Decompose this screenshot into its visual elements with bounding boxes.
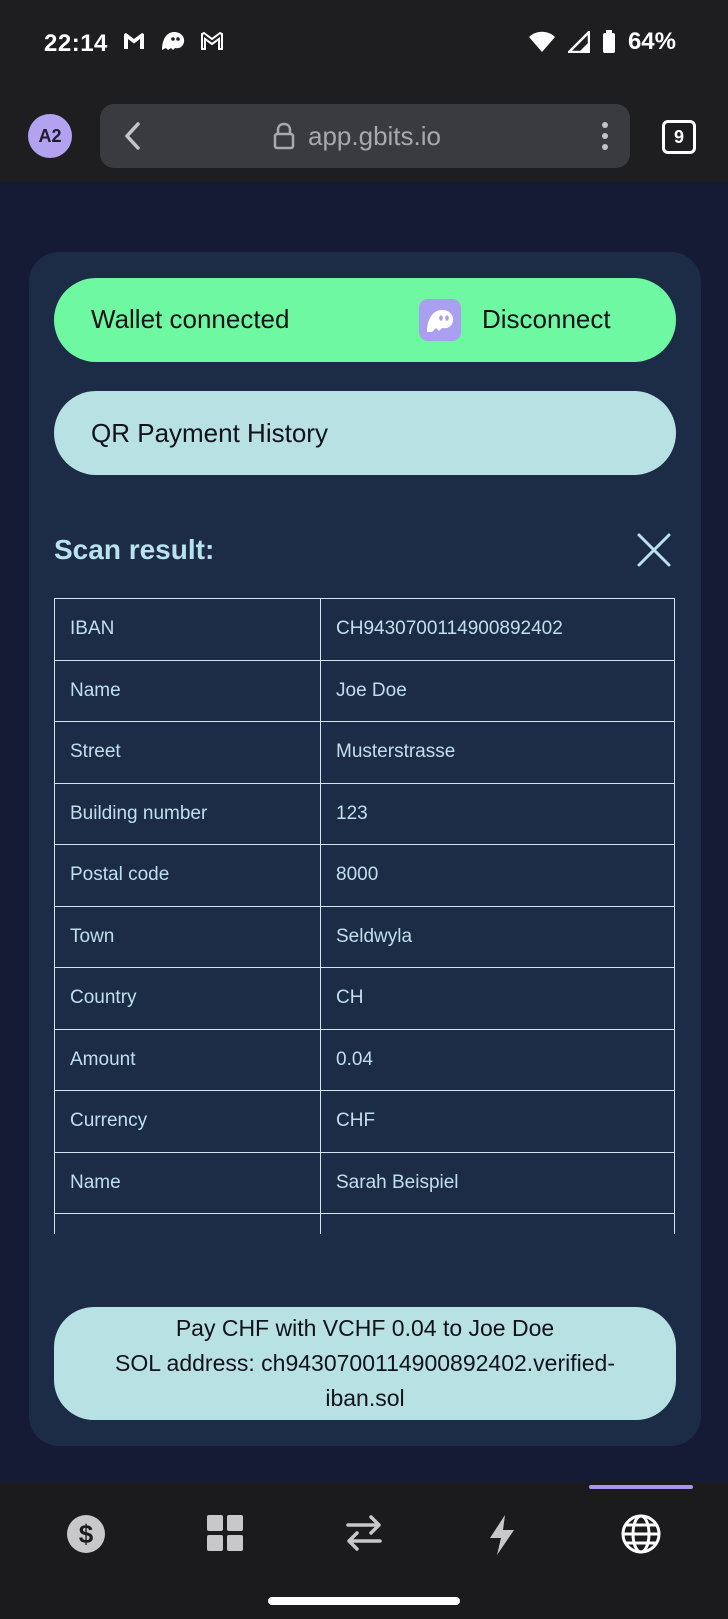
battery-percent: 64% xyxy=(627,28,676,55)
pay-line-1: Pay CHF with VCHF 0.04 to Joe Doe xyxy=(175,1315,555,1341)
dollar-icon: $ xyxy=(67,1515,105,1553)
row-key: Amount xyxy=(54,1028,321,1091)
system-status: 64% xyxy=(528,28,676,56)
status-time: 22:14 xyxy=(44,30,108,57)
back-arrow-icon[interactable] xyxy=(118,120,148,152)
table-row: Name Joe Doe xyxy=(54,659,675,722)
row-value: 0.04 xyxy=(320,1028,675,1091)
row-value: Musterstrasse xyxy=(320,721,675,784)
nav-lightning[interactable] xyxy=(452,1494,552,1594)
history-label: QR Payment History xyxy=(91,418,328,448)
close-icon[interactable] xyxy=(636,532,672,568)
row-key: Street xyxy=(54,721,321,784)
tab-switcher-button[interactable]: 9 xyxy=(662,120,696,154)
notification-icons xyxy=(122,30,224,52)
qr-payment-history-button[interactable]: QR Payment History xyxy=(54,391,676,475)
row-value: 123 xyxy=(320,782,675,845)
table-row: Currency CHF xyxy=(54,1090,675,1153)
svg-text:$: $ xyxy=(79,1519,94,1549)
row-value: CH9430700114900892402 xyxy=(320,598,675,661)
row-value: Musterstrasse xyxy=(320,1213,675,1234)
row-key: Building number xyxy=(54,782,321,845)
pay-line-2: SOL address: ch9430700114900892402.verif… xyxy=(115,1350,615,1376)
grid-icon xyxy=(207,1515,243,1551)
phantom-wallet-icon xyxy=(419,299,461,341)
table-row: StreetMusterstrasse xyxy=(54,1213,675,1234)
row-key: Currency xyxy=(54,1090,321,1153)
wifi-icon xyxy=(528,31,555,52)
battery-icon xyxy=(602,30,615,53)
wallet-connected-button[interactable]: Wallet connected Disconnect xyxy=(54,278,676,362)
nav-dollar[interactable]: $ xyxy=(36,1494,136,1594)
row-key: Name xyxy=(54,659,321,722)
table-row: Amount 0.04 xyxy=(54,1028,675,1091)
row-value: CH xyxy=(320,967,675,1030)
row-value: Joe Doe xyxy=(320,659,675,722)
swap-icon xyxy=(346,1515,382,1551)
table-row: IBAN CH9430700114900892402 xyxy=(54,598,675,661)
active-tab-indicator xyxy=(589,1485,693,1489)
row-key: IBAN xyxy=(54,598,321,661)
row-value: Sarah Beispiel xyxy=(320,1151,675,1214)
table-row: Postal code 8000 xyxy=(54,844,675,907)
row-key: Country xyxy=(54,967,321,1030)
table-row: Name Sarah Beispiel xyxy=(54,1151,675,1214)
table-row: Country CH xyxy=(54,967,675,1030)
disconnect-label: Disconnect xyxy=(482,304,611,334)
table-row: Town Seldwyla xyxy=(54,905,675,968)
gmail-icon xyxy=(124,33,144,49)
row-key: Postal code xyxy=(54,844,321,907)
signal-icon xyxy=(567,31,590,53)
address-bar[interactable]: app.gbits.io xyxy=(100,104,630,168)
table-row: StreetMusterstrasse xyxy=(54,721,675,784)
pay-button[interactable]: Pay CHF with VCHF 0.04 to Joe Doe SOL ad… xyxy=(54,1307,676,1420)
account-avatar[interactable]: A2 xyxy=(28,114,72,158)
payment-card: Wallet connected Disconnect QR Payment H… xyxy=(29,252,701,1446)
globe-icon xyxy=(621,1514,661,1554)
ghost-icon xyxy=(162,32,185,50)
pay-line-3: iban.sol xyxy=(325,1385,405,1411)
wallet-status-label: Wallet connected xyxy=(91,304,290,334)
row-value: CHF xyxy=(320,1090,675,1153)
gmail-icon xyxy=(201,31,223,50)
bottom-navigation: $ xyxy=(0,1482,728,1619)
web-page: Wallet connected Disconnect QR Payment H… xyxy=(0,182,728,1482)
table-row: Building number 123 xyxy=(54,782,675,845)
row-key: Town xyxy=(54,905,321,968)
row-key: Name xyxy=(54,1151,321,1214)
browser-toolbar: A2 app.gbits.io 9 xyxy=(0,90,728,182)
nav-globe[interactable] xyxy=(591,1494,691,1594)
scan-result-table[interactable]: IBAN CH9430700114900892402 Name Joe Doe Stre… xyxy=(54,598,676,1234)
lock-icon xyxy=(273,122,295,150)
lightning-icon xyxy=(490,1515,514,1555)
row-value: 8000 xyxy=(320,844,675,907)
url-text: app.gbits.io xyxy=(308,121,441,151)
more-menu-icon[interactable] xyxy=(600,120,610,152)
row-key: Street xyxy=(54,1213,321,1234)
scan-result-title: Scan result: xyxy=(54,534,215,565)
nav-grid[interactable] xyxy=(175,1494,275,1594)
status-bar: 22:14 64% xyxy=(0,0,728,90)
gesture-handle[interactable] xyxy=(268,1597,460,1605)
row-value: Seldwyla xyxy=(320,905,675,968)
nav-swap[interactable] xyxy=(314,1494,414,1594)
